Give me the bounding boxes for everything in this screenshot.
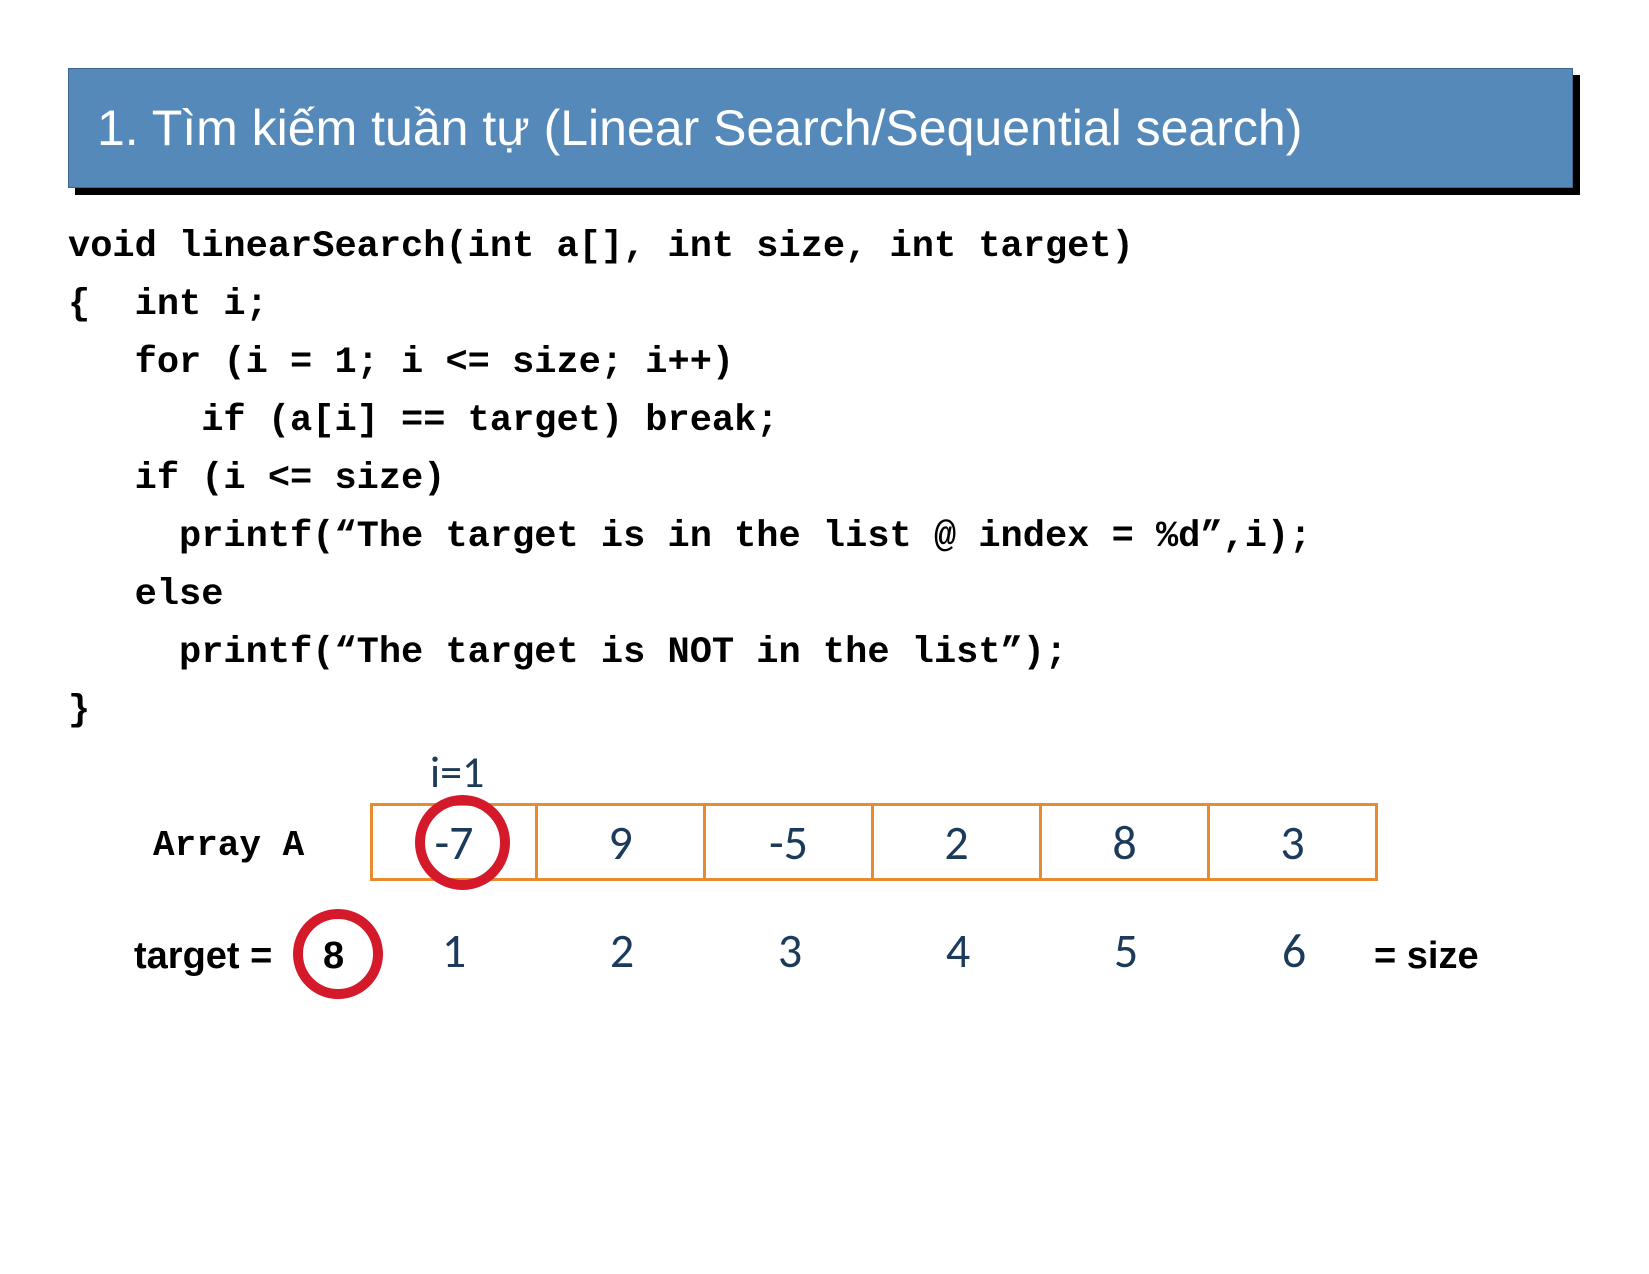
highlight-circle-icon [415, 795, 510, 890]
i-pointer-label: i=1 [430, 745, 484, 799]
highlight-circle-icon [293, 909, 383, 999]
index-label: 4 [874, 921, 1042, 980]
index-row: 1 2 3 4 5 6 [370, 921, 1378, 980]
array-label: Array A [153, 825, 304, 866]
code-block: void linearSearch(int a[], int size, int… [68, 218, 1311, 740]
size-label: = size [1374, 935, 1479, 978]
code-line-3: for (i = 1; i <= size; i++) [68, 342, 734, 384]
index-label: 6 [1210, 921, 1378, 980]
code-line-9: } [68, 690, 90, 732]
array-diagram: i=1 Array A target = 8 -7 9 -5 2 8 3 1 2… [68, 745, 1588, 1065]
code-line-7: else [68, 574, 223, 616]
index-label: 1 [370, 921, 538, 980]
target-label: target = [134, 935, 272, 978]
index-label: 5 [1042, 921, 1210, 980]
code-line-8: printf(“The target is NOT in the list”); [68, 632, 1067, 674]
array-row: -7 9 -5 2 8 3 [370, 803, 1378, 881]
array-cell: 9 [538, 803, 706, 881]
code-line-4: if (a[i] == target) break; [68, 400, 779, 442]
array-cell: -5 [706, 803, 874, 881]
array-cell: 3 [1210, 803, 1378, 881]
array-cell: 8 [1042, 803, 1210, 881]
code-line-5: if (i <= size) [68, 458, 445, 500]
code-line-6: printf(“The target is in the list @ inde… [68, 516, 1311, 558]
index-label: 3 [706, 921, 874, 980]
code-line-2: { int i; [68, 284, 268, 326]
array-cell: 2 [874, 803, 1042, 881]
title-bar: 1. Tìm kiếm tuần tự (Linear Search/Seque… [68, 68, 1573, 188]
code-line-1: void linearSearch(int a[], int size, int… [68, 226, 1134, 268]
index-label: 2 [538, 921, 706, 980]
slide-title: 1. Tìm kiếm tuần tự (Linear Search/Seque… [97, 99, 1302, 157]
